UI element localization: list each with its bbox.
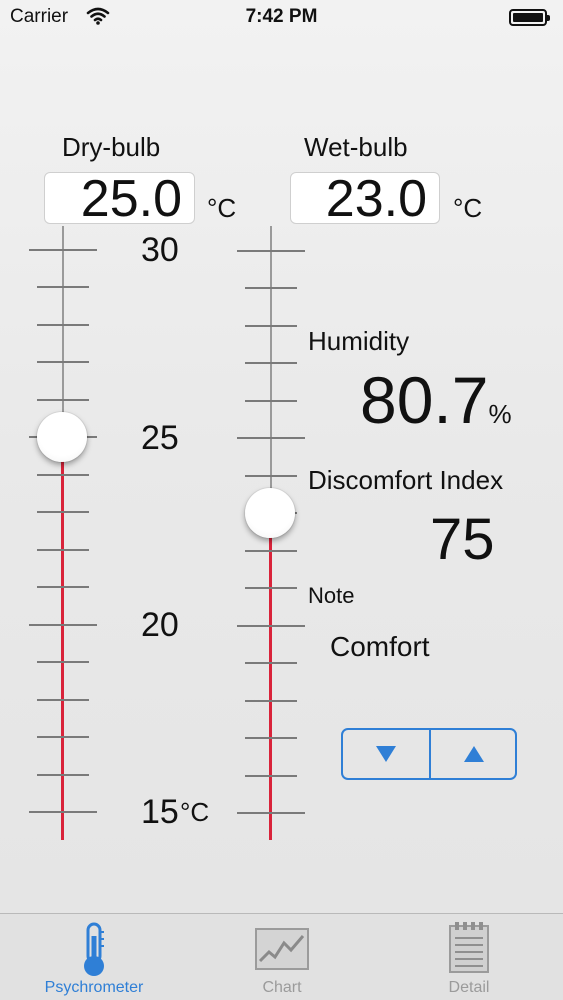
discomfort-index-value: 75 — [430, 507, 495, 572]
scale-tick — [37, 773, 89, 776]
scale-tick — [37, 398, 89, 401]
scale-tick — [237, 250, 305, 252]
scale-tick — [29, 811, 97, 813]
triangle-up-icon — [464, 746, 484, 762]
wet-bulb-label: Wet-bulb — [304, 132, 408, 162]
scale-tick — [237, 437, 305, 440]
scale-tick — [37, 361, 89, 364]
wet-bulb-slider[interactable] — [230, 0, 310, 900]
wet-bulb-unit: °C — [453, 193, 483, 223]
chart-icon — [255, 928, 309, 970]
wet-bulb-mercury — [269, 513, 272, 840]
note-label: Note — [308, 583, 355, 608]
stepper — [341, 728, 517, 780]
scale-tick — [37, 548, 89, 551]
scale-tick — [245, 474, 297, 477]
humidity-readout: 80.7% — [360, 362, 512, 438]
wet-bulb-value[interactable]: 23.0 — [290, 172, 440, 225]
scale-tick — [245, 399, 297, 402]
scale-tick — [245, 587, 297, 590]
scale-tick — [245, 549, 297, 552]
triangle-down-icon — [376, 746, 396, 762]
scale-label-25: 25 — [141, 419, 179, 457]
scale-tick — [245, 699, 297, 702]
humidity-value: 80.7 — [360, 363, 489, 437]
wet-bulb-track — [270, 226, 272, 514]
wet-bulb-slider-thumb[interactable] — [245, 488, 295, 539]
note-value: Comfort — [330, 631, 430, 662]
decrement-button[interactable] — [343, 730, 429, 778]
scale-tick — [37, 511, 89, 514]
tab-chart[interactable]: Chart — [188, 914, 376, 1000]
scale-tick — [37, 698, 89, 701]
scale-tick — [37, 661, 89, 664]
scale-tick — [37, 323, 89, 326]
scale-tick — [245, 737, 297, 740]
scale-tick — [37, 586, 89, 589]
scale-label-30: 30 — [141, 231, 179, 269]
dry-bulb-slider[interactable] — [0, 0, 230, 900]
scale-tick — [237, 812, 305, 814]
discomfort-index-label: Discomfort Index — [308, 465, 504, 495]
tab-label-chart: Chart — [262, 979, 302, 996]
scale-tick — [29, 623, 97, 626]
scale-tick — [237, 624, 305, 627]
increment-button[interactable] — [431, 730, 515, 778]
scale-tick — [245, 362, 297, 365]
thermometer-icon — [84, 922, 104, 976]
scale-tick — [245, 287, 297, 290]
scale-tick — [245, 662, 297, 665]
tab-psychrometer[interactable]: Psychrometer — [0, 914, 188, 1000]
scale-label-20: 20 — [141, 606, 179, 644]
scale-tick — [37, 286, 89, 289]
humidity-unit: % — [488, 399, 512, 429]
tab-label-psychrometer: Psychrometer — [44, 979, 144, 996]
scale-tick — [245, 324, 297, 327]
scale-tick — [37, 473, 89, 476]
document-icon — [449, 922, 489, 973]
scale-tick — [29, 249, 97, 251]
battery-icon — [509, 9, 550, 26]
dry-bulb-mercury — [61, 437, 64, 840]
scale-label-15: 15 — [141, 793, 179, 831]
scale-unit: °C — [180, 797, 210, 827]
tab-detail[interactable]: Detail — [375, 914, 563, 1000]
tab-bar: Psychrometer Chart Detail — [0, 913, 563, 1000]
scale-tick — [37, 736, 89, 739]
scale-tick — [245, 774, 297, 777]
dry-bulb-track — [62, 226, 64, 438]
humidity-label: Humidity — [308, 326, 410, 356]
tab-label-detail: Detail — [448, 979, 490, 996]
dry-bulb-slider-thumb[interactable] — [37, 412, 87, 463]
